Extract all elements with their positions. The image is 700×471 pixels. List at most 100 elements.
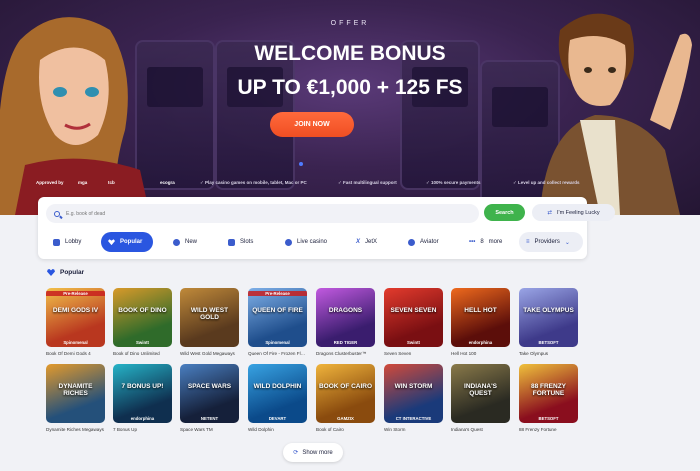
heart-icon [47,269,55,276]
game-tile[interactable]: DRAGONS RED TIGER Dragons Clusterbuster™ [316,288,375,356]
game-tile[interactable]: TAKE OLYMPUS BETSOFT Take Olympus [519,288,578,356]
game-name[interactable]: Seven Seven [384,351,443,356]
search-button[interactable]: Search [484,204,525,221]
game-tile[interactable]: BOOK OF DINO Swintt Book of Dino Unlimited [113,288,172,356]
game-art-title: SEVEN SEVEN [390,307,437,314]
tab-popular[interactable]: Popular [101,232,153,252]
game-tile[interactable]: WILD DOLPHIN DEVART Wild Dolphin [248,364,307,432]
tab-aviator[interactable]: Aviator [401,232,446,252]
game-name[interactable]: Indiana's Quest [451,427,510,432]
tab-new[interactable]: New [166,232,204,252]
join-now-button[interactable]: JOIN NOW [270,112,354,137]
game-thumbnail[interactable]: Pre-Release DEMI GODS IV Spinomenal [46,288,105,347]
game-name[interactable]: Book Of Demi Gods 4 [46,351,105,356]
game-art-title: DYNAMITE RICHES [58,383,93,397]
game-thumbnail[interactable]: WILD DOLPHIN DEVART [248,364,307,423]
tcb-logo: tcb [108,180,115,185]
chevron-down-icon: ⌄ [564,239,570,246]
tab-jetx[interactable]: X JetX [349,232,384,252]
provider-logo: BETSOFT [538,416,559,421]
game-art-title: HELL HOT [464,307,497,314]
game-thumbnail[interactable]: SPACE WARS NETENT [180,364,239,423]
search-input[interactable] [66,210,396,217]
plus-icon [173,238,180,246]
game-tile[interactable]: 88 FRENZY FORTUNE BETSOFT 88 Frenzy Fortun… [519,364,578,432]
game-name[interactable]: Dragons Clusterbuster™ [316,351,375,356]
heart-icon [108,239,115,246]
game-tile[interactable]: WIN STORM CT INTERACTIVE Win Storm [384,364,443,432]
live-icon [285,238,292,246]
game-tile[interactable]: BOOK OF CAIRO GAMZIX Book of Cairo [316,364,375,432]
game-thumbnail[interactable]: BOOK OF CAIRO GAMZIX [316,364,375,423]
game-art-title: 88 FRENZY FORTUNE [530,383,567,397]
game-name[interactable]: Dynamite Riches Megaways [46,427,105,432]
category-tabs: Lobby Popular New Slots Live casino X Je… [46,232,586,252]
game-tile[interactable]: INDIANA'S QUEST Indiana's Quest [451,364,510,432]
shuffle-icon: ⇄ [547,209,552,216]
game-name[interactable]: Space Wars TM [180,427,239,432]
game-tile[interactable]: SEVEN SEVEN Swintt Seven Seven [384,288,443,356]
provider-logo: CT INTERACTIVE [395,416,432,421]
game-name[interactable]: Win Storm [384,427,443,432]
game-thumbnail[interactable]: Pre-Release QUEEN OF FIRE Spinomenal [248,288,307,347]
provider-logo: GAMZIX [337,416,354,421]
game-thumbnail[interactable]: DRAGONS RED TIGER [316,288,375,347]
section-title: Popular [60,269,85,276]
search-field[interactable] [46,204,479,223]
game-art-title: 7 BONUS UP! [121,383,164,390]
game-thumbnail[interactable]: SEVEN SEVEN Swintt [384,288,443,347]
game-tile[interactable]: Pre-Release QUEEN OF FIRE Spinomenal Queen … [248,288,307,356]
section-header: Popular [47,269,84,276]
game-thumbnail[interactable]: DYNAMITE RICHES [46,364,105,423]
game-thumbnail[interactable]: WILD WEST GOLD [180,288,239,347]
trust-item: ✓ 100% secure payments [426,180,481,185]
tab-lobby[interactable]: Lobby [46,232,88,252]
game-thumbnail[interactable]: 88 FRENZY FORTUNE BETSOFT [519,364,578,423]
game-name[interactable]: Book of Dino Unlimited [113,351,172,356]
game-art-title: DEMI GODS IV [52,307,99,314]
tab-live-casino[interactable]: Live casino [278,232,334,252]
game-art-title: BOOK OF CAIRO [318,383,373,390]
game-art-title: BOOK OF DINO [118,307,167,314]
provider-logo: RED TIGER [333,340,358,345]
tab-more[interactable]: ••• 8 more [462,232,509,252]
game-tile[interactable]: HELL HOT endorphina Hell Hot 100 [451,288,510,356]
provider-logo: Spinomenal [63,340,88,345]
game-name[interactable]: Queen Of Fire - Frozen Flames [248,351,307,356]
game-name[interactable]: Wild West Gold Megaways [180,351,239,356]
providers-dropdown[interactable]: ≡ Providers ⌄ [519,232,583,252]
dots-icon: ••• [469,239,476,245]
game-name[interactable]: Hell Hot 100 [451,351,510,356]
game-tile[interactable]: SPACE WARS NETENT Space Wars TM [180,364,239,432]
carousel-dot[interactable] [299,162,303,166]
game-thumbnail[interactable]: BOOK OF DINO Swintt [113,288,172,347]
game-name[interactable]: 7 Bonus Up [113,427,172,432]
tab-slots[interactable]: Slots [221,232,260,252]
game-tile[interactable]: WILD WEST GOLD Wild West Gold Megaways [180,288,239,356]
feeling-lucky-button[interactable]: ⇄ I'm Feeling Lucky [532,204,615,221]
house-icon [53,238,60,246]
game-name[interactable]: Wild Dolphin [248,427,307,432]
game-tile[interactable]: DYNAMITE RICHES Dynamite Riches Megaways [46,364,105,432]
game-art-title: QUEEN OF FIRE [252,307,303,314]
offer-label: OFFER [330,20,370,27]
game-tile[interactable]: 7 BONUS UP! endorphina 7 Bonus Up [113,364,172,432]
refresh-icon: ⟳ [293,450,299,456]
game-thumbnail[interactable]: 7 BONUS UP! endorphina [113,364,172,423]
provider-logo: NETENT [200,416,219,421]
game-art-title: WIN STORM [394,383,433,390]
game-thumbnail[interactable]: INDIANA'S QUEST [451,364,510,423]
game-name[interactable]: Take Olympus [519,351,578,356]
show-more-button[interactable]: ⟳ Show more [283,443,343,462]
trust-item: ✓ Play casino games on mobile, tablet, M… [200,180,307,185]
game-thumbnail[interactable]: TAKE OLYMPUS BETSOFT [519,288,578,347]
game-tile[interactable]: Pre-Release DEMI GODS IV Spinomenal Book Of… [46,288,105,356]
game-thumbnail[interactable]: HELL HOT endorphina [451,288,510,347]
game-name[interactable]: 88 Frenzy Fortune [519,427,578,432]
game-thumbnail[interactable]: WIN STORM CT INTERACTIVE [384,364,443,423]
game-filter-panel: Search ⇄ I'm Feeling Lucky Lobby Popular… [38,197,615,259]
game-name[interactable]: Book of Cairo [316,427,375,432]
approved-by-label: Approved by [36,180,64,185]
filter-icon: ≡ [526,239,530,245]
more-count: 8 [480,239,484,245]
